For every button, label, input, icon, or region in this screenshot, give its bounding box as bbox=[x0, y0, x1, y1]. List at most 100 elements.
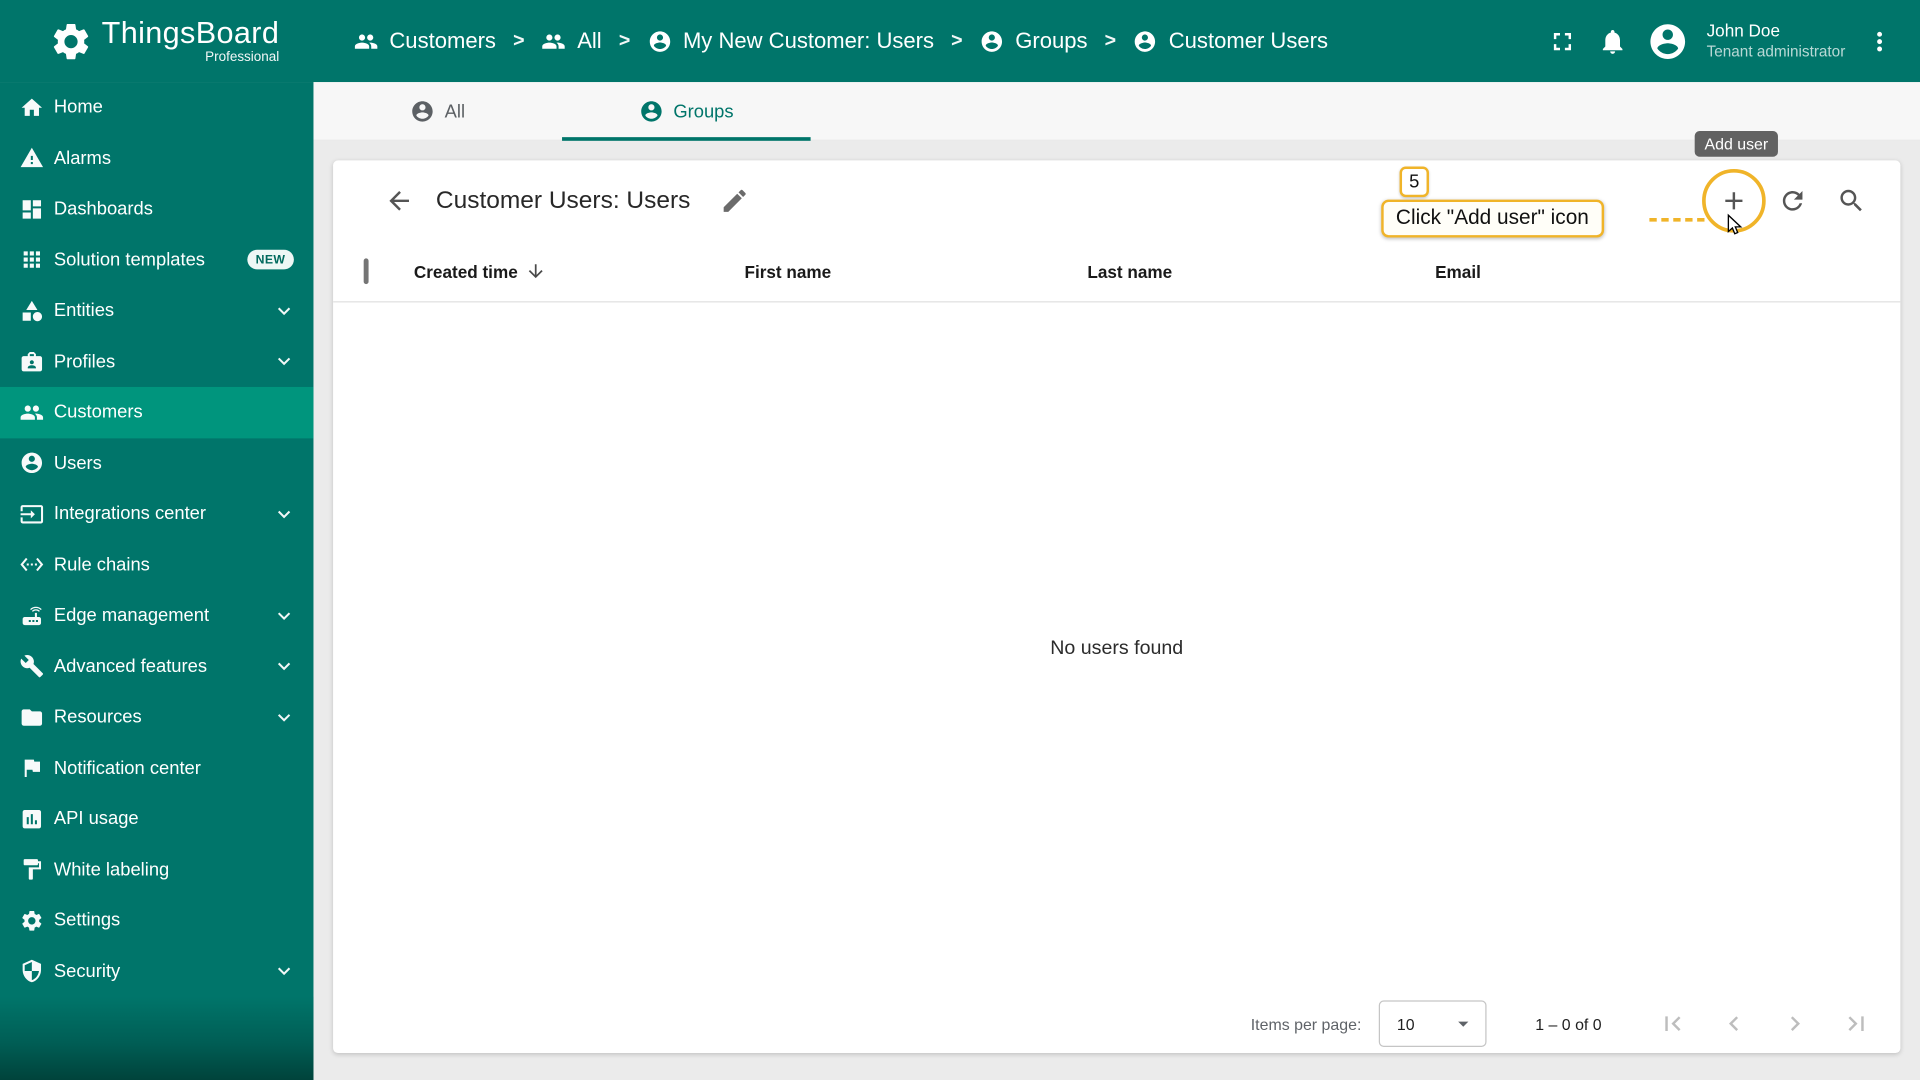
refresh-icon bbox=[1778, 186, 1807, 215]
first-page-button[interactable] bbox=[1648, 999, 1697, 1048]
more-vert-icon bbox=[1865, 26, 1894, 55]
dashboards-icon bbox=[20, 197, 44, 221]
new-badge: NEW bbox=[247, 250, 294, 270]
tab-label: All bbox=[444, 101, 466, 122]
breadcrumb-separator: > bbox=[618, 30, 631, 51]
page-title: Customer Users: Users bbox=[435, 186, 691, 214]
breadcrumb-label: Customer Users bbox=[1168, 28, 1328, 53]
first-page-icon bbox=[1658, 1009, 1687, 1038]
page-size-value: 10 bbox=[1396, 1014, 1415, 1033]
user-role: Tenant administrator bbox=[1706, 43, 1846, 61]
sidebar-item-settings[interactable]: Settings bbox=[0, 895, 313, 946]
sidebar-item-resources[interactable]: Resources bbox=[0, 692, 313, 743]
page-size-select[interactable]: 10 bbox=[1378, 1000, 1487, 1047]
column-email[interactable]: Email bbox=[1435, 261, 1900, 281]
sidebar-item-entities[interactable]: Entities bbox=[0, 285, 313, 336]
breadcrumb-customers[interactable]: Customers bbox=[354, 28, 496, 54]
annotation-step-number: 5 bbox=[1399, 166, 1429, 198]
profiles-badge-icon bbox=[20, 349, 44, 373]
search-button[interactable] bbox=[1827, 176, 1876, 225]
sidebar-item-customers[interactable]: Customers bbox=[0, 386, 314, 438]
items-per-page-label: Items per page: bbox=[1250, 1014, 1362, 1033]
logo-title: ThingsBoard bbox=[101, 15, 280, 51]
sidebar-item-advanced-features[interactable]: Advanced features bbox=[0, 641, 313, 692]
tab-all[interactable]: All bbox=[313, 82, 562, 141]
column-label: Last name bbox=[1087, 261, 1173, 282]
card-header: Customer Users: Users bbox=[333, 160, 1900, 241]
avatar[interactable] bbox=[1647, 20, 1689, 62]
previous-page-button[interactable] bbox=[1709, 999, 1758, 1048]
fullscreen-button[interactable] bbox=[1546, 25, 1578, 57]
chevron-down-icon bbox=[272, 603, 296, 627]
table-empty-state: No users found bbox=[333, 302, 1900, 994]
sidebar-item-api-usage[interactable]: API usage bbox=[0, 793, 313, 844]
user-menu[interactable]: John Doe Tenant administrator bbox=[1707, 20, 1846, 62]
last-page-button[interactable] bbox=[1832, 999, 1881, 1048]
chevron-down-icon bbox=[272, 349, 296, 373]
chevron-down-icon bbox=[272, 959, 296, 983]
tab-groups[interactable]: Groups bbox=[562, 82, 811, 141]
sidebar-item-dashboards[interactable]: Dashboards bbox=[0, 184, 313, 235]
column-first-name[interactable]: First name bbox=[744, 261, 1087, 281]
sidebar-item-white-labeling[interactable]: White labeling bbox=[0, 844, 313, 895]
breadcrumb-customer-users[interactable]: Customer Users bbox=[1133, 28, 1328, 54]
sidebar-item-rule-chains[interactable]: Rule chains bbox=[0, 539, 313, 590]
sidebar-item-label: Customers bbox=[53, 401, 143, 423]
chevron-left-icon bbox=[1719, 1009, 1748, 1038]
empty-state-text: No users found bbox=[1050, 637, 1184, 659]
column-last-name[interactable]: Last name bbox=[1087, 261, 1435, 281]
sidebar-item-users[interactable]: Users bbox=[0, 438, 313, 489]
user-icon bbox=[980, 29, 1004, 53]
sidebar-item-label: Alarms bbox=[53, 147, 112, 169]
logo-edition: Professional bbox=[205, 50, 280, 65]
add-user-tooltip: Add user bbox=[1694, 131, 1779, 157]
back-button[interactable] bbox=[375, 176, 424, 225]
breadcrumb-all[interactable]: All bbox=[542, 28, 602, 54]
notification-flag-icon bbox=[20, 756, 44, 780]
tab-label: Groups bbox=[673, 101, 734, 122]
column-label: Created time bbox=[413, 261, 518, 282]
rule-chains-icon bbox=[20, 553, 44, 577]
thingsboard-logo[interactable]: ThingsBoard Professional bbox=[0, 0, 313, 82]
sidebar-item-home[interactable]: Home bbox=[0, 82, 313, 133]
sidebar-item-solution-templates[interactable]: Solution templates NEW bbox=[0, 234, 313, 285]
breadcrumb-separator: > bbox=[513, 30, 525, 51]
paginator: Items per page: 10 1 – 0 of 0 bbox=[333, 994, 1900, 1053]
sidebar-item-profiles[interactable]: Profiles bbox=[0, 336, 313, 387]
sidebar-item-notification-center[interactable]: Notification center bbox=[0, 743, 313, 794]
top-header-bar: ThingsBoard Professional Customers > All… bbox=[0, 0, 1920, 83]
entities-icon bbox=[20, 298, 44, 322]
edge-management-icon bbox=[20, 603, 44, 627]
user-name: John Doe bbox=[1706, 21, 1781, 41]
sidebar-item-label: Users bbox=[53, 452, 102, 474]
column-created-time[interactable]: Created time bbox=[414, 261, 745, 282]
select-all-checkbox[interactable] bbox=[363, 257, 369, 284]
breadcrumb-my-new-customer-users[interactable]: My New Customer: Users bbox=[647, 28, 934, 54]
header-actions: John Doe Tenant administrator bbox=[1546, 20, 1920, 62]
solution-templates-grid-icon bbox=[20, 248, 44, 272]
last-page-icon bbox=[1842, 1009, 1871, 1038]
refresh-button[interactable] bbox=[1768, 176, 1817, 225]
sidebar-item-label: Profiles bbox=[53, 351, 116, 372]
sidebar-item-edge-management[interactable]: Edge management bbox=[0, 590, 313, 641]
logo-gear-icon bbox=[49, 19, 93, 63]
breadcrumb-label: Groups bbox=[1015, 28, 1088, 53]
more-menu-button[interactable] bbox=[1864, 25, 1896, 57]
next-page-button[interactable] bbox=[1771, 999, 1820, 1048]
notifications-button[interactable] bbox=[1596, 25, 1628, 57]
people-icon bbox=[542, 29, 566, 53]
chevron-down-icon bbox=[272, 502, 296, 526]
chevron-down-icon bbox=[272, 705, 296, 729]
sidebar-item-label: Settings bbox=[53, 910, 121, 931]
sidebar-item-label: Edge management bbox=[53, 605, 210, 627]
fullscreen-icon bbox=[1547, 26, 1576, 55]
edit-title-button[interactable] bbox=[710, 176, 759, 225]
user-icon bbox=[1133, 29, 1157, 53]
breadcrumb-groups[interactable]: Groups bbox=[980, 28, 1088, 54]
sidebar-item-integrations-center[interactable]: Integrations center bbox=[0, 489, 313, 540]
pencil-icon bbox=[720, 186, 749, 215]
advanced-features-wrench-icon bbox=[20, 654, 44, 678]
sidebar-item-security[interactable]: Security bbox=[0, 946, 313, 997]
bell-icon bbox=[1598, 26, 1627, 55]
sidebar-item-alarms[interactable]: Alarms bbox=[0, 133, 313, 184]
